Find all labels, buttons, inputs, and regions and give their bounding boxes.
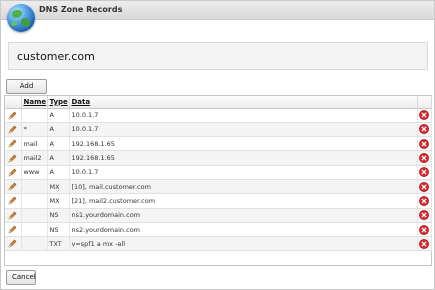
- domain-name: customer.com: [17, 50, 95, 63]
- pencil-icon[interactable]: [8, 211, 17, 220]
- dns-zone-window: DNS Zone Records customer.com Add record…: [0, 0, 435, 290]
- pencil-icon[interactable]: [8, 139, 17, 148]
- table-row: www A 10.0.1.7: [5, 165, 432, 180]
- delete-cell[interactable]: [417, 208, 432, 223]
- table-row: NS ns2.yourdomain.com: [5, 222, 432, 238]
- record-name: *: [21, 122, 48, 138]
- record-data: ns1.yourdomain.com: [69, 208, 418, 223]
- delete-cell[interactable]: [417, 222, 432, 238]
- record-name: [21, 208, 48, 223]
- edit-cell[interactable]: [5, 236, 22, 252]
- record-type: A: [47, 108, 70, 123]
- header-edit: [5, 96, 22, 109]
- edit-cell[interactable]: [5, 222, 22, 238]
- header-delete: [417, 96, 432, 109]
- record-type: MX: [47, 179, 70, 195]
- header-type[interactable]: Type: [47, 96, 70, 109]
- table-row: * A 10.0.1.7: [5, 122, 432, 138]
- edit-cell[interactable]: [5, 165, 22, 180]
- record-name: www: [21, 165, 48, 180]
- edit-cell[interactable]: [5, 136, 22, 152]
- edit-cell[interactable]: [5, 122, 22, 138]
- domain-panel: customer.com: [8, 42, 428, 70]
- pencil-icon[interactable]: [8, 168, 17, 177]
- record-name: [21, 108, 48, 123]
- pencil-icon[interactable]: [8, 239, 17, 248]
- record-type: A: [47, 165, 70, 180]
- table-row: MX [21], mail2.customer.com: [5, 193, 432, 209]
- delete-cell[interactable]: [417, 150, 432, 166]
- pencil-icon[interactable]: [8, 225, 17, 234]
- table-row: mail2 A 192.168.1.65: [5, 150, 432, 166]
- pencil-icon[interactable]: [8, 125, 17, 134]
- edit-cell[interactable]: [5, 150, 22, 166]
- window-title: DNS Zone Records: [39, 5, 123, 14]
- record-name: mail2: [21, 150, 48, 166]
- record-type: A: [47, 150, 70, 166]
- record-data: v=spf1 a mx -all: [69, 236, 418, 252]
- record-data: 192.168.1.65: [69, 136, 418, 152]
- record-data: ns2.yourdomain.com: [69, 222, 418, 238]
- table-row: A 10.0.1.7: [5, 108, 432, 123]
- record-name: mail: [21, 136, 48, 152]
- table-row: NS ns1.yourdomain.com: [5, 208, 432, 223]
- delete-icon[interactable]: [419, 167, 429, 178]
- cancel-button[interactable]: Cancel: [6, 270, 36, 285]
- delete-cell[interactable]: [417, 236, 432, 252]
- edit-cell[interactable]: [5, 179, 22, 195]
- record-name: [21, 193, 48, 209]
- pencil-icon[interactable]: [8, 111, 17, 120]
- edit-cell[interactable]: [5, 108, 22, 123]
- record-name: [21, 236, 48, 252]
- table-row: mail A 192.168.1.65: [5, 136, 432, 152]
- delete-icon[interactable]: [419, 196, 429, 206]
- records-table: Name Type Data A 10.0.1.7 * A 10.0.1.7 mail A 1…: [4, 95, 432, 266]
- delete-icon[interactable]: [419, 124, 429, 135]
- globe-icon: [7, 4, 35, 32]
- table-row: MX [10], mail.customer.com: [5, 179, 432, 195]
- record-type: TXT: [47, 236, 70, 252]
- record-name: [21, 222, 48, 238]
- delete-icon[interactable]: [419, 138, 429, 149]
- pencil-icon[interactable]: [8, 182, 17, 191]
- record-type: A: [47, 122, 70, 138]
- delete-cell[interactable]: [417, 122, 432, 138]
- delete-cell[interactable]: [417, 165, 432, 180]
- record-type: NS: [47, 208, 70, 223]
- record-data: 192.168.1.65: [69, 150, 418, 166]
- header-name[interactable]: Name: [21, 96, 48, 109]
- record-name: [21, 179, 48, 195]
- record-data: [10], mail.customer.com: [69, 179, 418, 195]
- header-data[interactable]: Data: [69, 96, 418, 109]
- delete-cell[interactable]: [417, 136, 432, 152]
- edit-cell[interactable]: [5, 193, 22, 209]
- record-type: NS: [47, 222, 70, 238]
- delete-icon[interactable]: [419, 181, 429, 192]
- record-data: 10.0.1.7: [69, 165, 418, 180]
- record-type: A: [47, 136, 70, 152]
- record-data: 10.0.1.7: [69, 108, 418, 123]
- delete-cell[interactable]: [417, 108, 432, 123]
- delete-cell[interactable]: [417, 179, 432, 195]
- delete-icon[interactable]: [419, 210, 429, 221]
- add-record-button[interactable]: Add record: [6, 79, 47, 103]
- record-type: MX: [47, 193, 70, 209]
- delete-icon[interactable]: [419, 153, 429, 163]
- delete-icon[interactable]: [419, 238, 429, 249]
- record-data: [21], mail2.customer.com: [69, 193, 418, 209]
- delete-cell[interactable]: [417, 193, 432, 209]
- table-body: A 10.0.1.7 * A 10.0.1.7 mail A 192.168.1.65 mail…: [5, 108, 432, 252]
- record-data: 10.0.1.7: [69, 122, 418, 138]
- table-row: TXT v=spf1 a mx -all: [5, 236, 432, 252]
- table-header: Name Type Data: [5, 96, 432, 109]
- title-bar: DNS Zone Records: [1, 1, 434, 20]
- pencil-icon[interactable]: [8, 154, 17, 163]
- edit-cell[interactable]: [5, 208, 22, 223]
- delete-icon[interactable]: [419, 224, 429, 235]
- pencil-icon[interactable]: [8, 196, 17, 205]
- delete-icon[interactable]: [419, 110, 429, 121]
